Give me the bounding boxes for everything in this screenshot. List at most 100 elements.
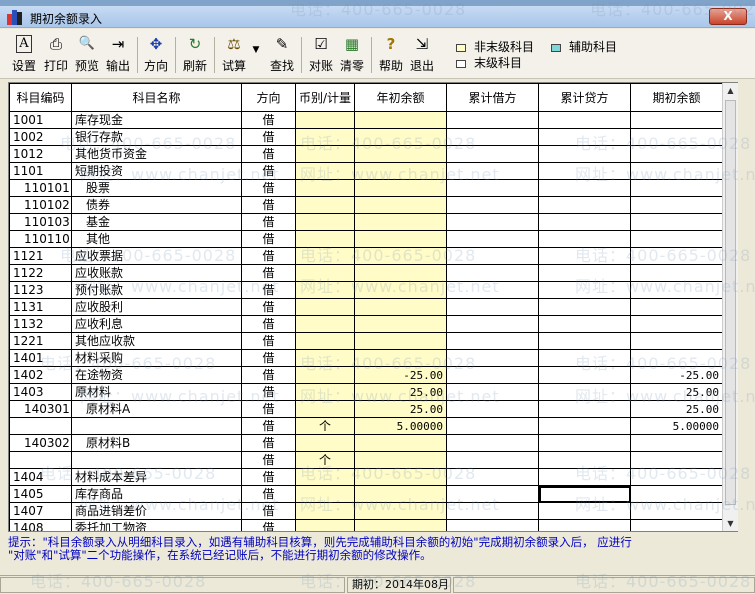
direction-button[interactable]: ✥ 方向 <box>142 35 170 75</box>
table-row[interactable]: 1404 材料成本差异借 <box>9 468 723 486</box>
table-row[interactable]: 1012 其他货币资金借 <box>9 145 723 163</box>
cell-account-code[interactable]: 1407 <box>9 502 72 520</box>
cell-cumulative-debit[interactable] <box>446 111 539 129</box>
cell-account-name[interactable] <box>71 451 242 469</box>
cell-cumulative-debit[interactable] <box>446 451 539 469</box>
cell-direction[interactable]: 借 <box>241 247 296 265</box>
cell-cumulative-credit[interactable] <box>538 145 631 163</box>
cell-opening-balance[interactable] <box>354 468 447 486</box>
cell-currency[interactable] <box>295 247 355 265</box>
clear-button[interactable]: ▦ 清零 <box>338 35 366 75</box>
cell-cumulative-debit[interactable] <box>446 400 539 418</box>
cell-direction[interactable]: 借 <box>241 366 296 384</box>
balance-grid[interactable]: 科目编码 科目名称 方向 币别/计量 年初余额 累计借方 累计贷方 期初余额 1… <box>8 82 738 532</box>
cell-account-name[interactable]: 银行存款 <box>71 128 242 146</box>
cell-cumulative-credit[interactable] <box>538 349 631 367</box>
cell-cumulative-debit[interactable] <box>446 315 539 333</box>
cell-period-balance[interactable] <box>630 451 723 469</box>
cell-period-balance[interactable] <box>630 196 723 214</box>
cell-account-code[interactable]: 1001 <box>9 111 72 129</box>
cell-cumulative-debit[interactable] <box>446 162 539 180</box>
cell-cumulative-debit[interactable] <box>446 417 539 435</box>
table-row[interactable]: 1221 其他应收款借 <box>9 332 723 350</box>
cell-account-code[interactable]: 1408 <box>9 519 72 531</box>
cell-cumulative-debit[interactable] <box>446 128 539 146</box>
cell-period-balance[interactable] <box>630 111 723 129</box>
cell-opening-balance[interactable]: 5.00000 <box>354 417 447 435</box>
cell-cumulative-credit[interactable] <box>538 502 631 520</box>
table-row[interactable]: 借个 5.00000 5.00000 <box>9 417 723 435</box>
table-row[interactable]: 110103 基金借 <box>9 213 723 231</box>
cell-period-balance[interactable]: -25.00 <box>630 366 723 384</box>
cell-cumulative-credit[interactable] <box>538 400 631 418</box>
cell-period-balance[interactable] <box>630 434 723 452</box>
trial-balance-button[interactable]: ⚖ 试算 <box>220 35 248 75</box>
preview-button[interactable]: 🔍 预览 <box>73 35 101 75</box>
cell-currency[interactable]: 个 <box>295 417 355 435</box>
cell-direction[interactable]: 借 <box>241 468 296 486</box>
table-row[interactable]: 140301 原材料A 借 25.00 25.00 <box>9 400 723 418</box>
cell-account-name[interactable]: 预付账款 <box>71 281 242 299</box>
cell-account-code[interactable]: 1002 <box>9 128 72 146</box>
cell-cumulative-debit[interactable] <box>446 298 539 316</box>
cell-currency[interactable] <box>295 111 355 129</box>
table-row[interactable]: 1131 应收股利借 <box>9 298 723 316</box>
cell-account-code[interactable]: 110102 <box>9 196 72 214</box>
cell-cumulative-debit[interactable] <box>446 519 539 531</box>
cell-account-code[interactable]: 110103 <box>9 213 72 231</box>
cell-opening-balance[interactable] <box>354 196 447 214</box>
cell-currency[interactable] <box>295 298 355 316</box>
cell-opening-balance[interactable]: 25.00 <box>354 383 447 401</box>
cell-cumulative-credit[interactable] <box>538 383 631 401</box>
table-row[interactable]: 1101 短期投资借 <box>9 162 723 180</box>
cell-account-name[interactable]: 应收利息 <box>71 315 242 333</box>
cell-cumulative-debit[interactable] <box>446 332 539 350</box>
cell-cumulative-debit[interactable] <box>446 264 539 282</box>
cell-opening-balance[interactable] <box>354 519 447 531</box>
cell-cumulative-debit[interactable] <box>446 383 539 401</box>
cell-period-balance[interactable]: 5.00000 <box>630 417 723 435</box>
table-row[interactable]: 1403 原材料借 25.00 25.00 <box>9 383 723 401</box>
cell-direction[interactable]: 借 <box>241 315 296 333</box>
cell-cumulative-credit[interactable] <box>538 485 631 503</box>
cell-account-name[interactable]: 其他应收款 <box>71 332 242 350</box>
cell-period-balance[interactable] <box>630 128 723 146</box>
cell-period-balance[interactable] <box>630 315 723 333</box>
cell-direction[interactable]: 借 <box>241 298 296 316</box>
cell-currency[interactable] <box>295 230 355 248</box>
cell-cumulative-credit[interactable] <box>538 128 631 146</box>
cell-cumulative-credit[interactable] <box>538 247 631 265</box>
scroll-thumb[interactable] <box>725 100 736 505</box>
cell-opening-balance[interactable] <box>354 281 447 299</box>
cell-account-code[interactable]: 1101 <box>9 162 72 180</box>
cell-currency[interactable] <box>295 366 355 384</box>
cell-account-name[interactable]: 在途物资 <box>71 366 242 384</box>
cell-currency[interactable] <box>295 383 355 401</box>
cell-period-balance[interactable] <box>630 519 723 531</box>
table-row[interactable]: 1132 应收利息借 <box>9 315 723 333</box>
cell-cumulative-debit[interactable] <box>446 145 539 163</box>
cell-account-name[interactable] <box>71 417 242 435</box>
cell-opening-balance[interactable] <box>354 332 447 350</box>
trial-balance-dropdown[interactable]: ▼ <box>250 41 262 81</box>
cell-cumulative-credit[interactable] <box>538 417 631 435</box>
cell-direction[interactable]: 借 <box>241 485 296 503</box>
cell-account-code[interactable]: 1122 <box>9 264 72 282</box>
cell-account-code[interactable]: 1401 <box>9 349 72 367</box>
cell-direction[interactable]: 借 <box>241 128 296 146</box>
table-row[interactable]: 110110 其他借 <box>9 230 723 248</box>
table-row[interactable]: 140302 原材料B 借 <box>9 434 723 452</box>
cell-direction[interactable]: 借 <box>241 196 296 214</box>
cell-cumulative-credit[interactable] <box>538 213 631 231</box>
cell-account-name[interactable]: 材料成本差异 <box>71 468 242 486</box>
cell-currency[interactable] <box>295 179 355 197</box>
refresh-button[interactable]: ↻ 刷新 <box>181 35 209 75</box>
cell-account-code[interactable]: 1404 <box>9 468 72 486</box>
cell-account-name[interactable]: 原材料A <box>71 400 242 418</box>
cell-currency[interactable] <box>295 468 355 486</box>
cell-cumulative-debit[interactable] <box>446 349 539 367</box>
cell-cumulative-debit[interactable] <box>446 502 539 520</box>
cell-account-name[interactable]: 库存商品 <box>71 485 242 503</box>
cell-account-code[interactable]: 140301 <box>9 400 72 418</box>
close-button[interactable]: X <box>709 8 747 25</box>
